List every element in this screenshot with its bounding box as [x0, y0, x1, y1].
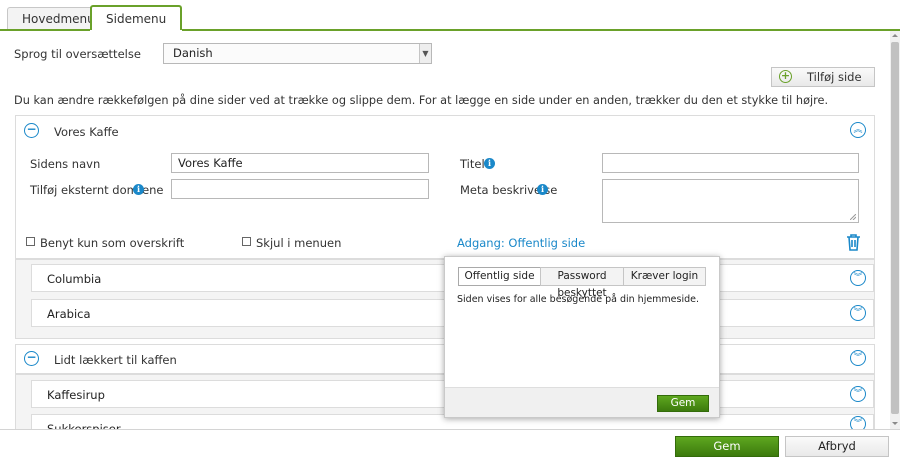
language-selected-value: Danish: [173, 46, 213, 60]
page-name-label: Sidens navn: [30, 157, 101, 171]
add-page-label: Tilføj side: [807, 70, 862, 84]
info-icon[interactable]: i: [133, 184, 144, 195]
page-name-input[interactable]: Vores Kaffe: [171, 153, 429, 173]
collapse-minus-icon[interactable]: −: [24, 123, 39, 138]
info-icon[interactable]: i: [537, 184, 548, 195]
subpage-title: Columbia: [47, 272, 102, 286]
add-page-button[interactable]: + Tilføj side: [771, 67, 875, 87]
scrollbar-thumb[interactable]: [891, 42, 899, 414]
collapse-minus-icon[interactable]: −: [24, 351, 39, 366]
chevron-up-double-icon[interactable]: ︽: [850, 122, 866, 138]
info-icon[interactable]: i: [484, 158, 495, 169]
access-option-login[interactable]: Kræver login: [623, 267, 706, 286]
access-popup: Offentlig side Password beskyttet Kræver…: [444, 256, 720, 418]
title-input[interactable]: [602, 153, 859, 173]
meta-description-textarea[interactable]: [602, 179, 859, 223]
page-name-value: Vores Kaffe: [178, 156, 243, 170]
trash-icon[interactable]: [846, 234, 861, 251]
access-option-public[interactable]: Offentlig side: [458, 267, 541, 286]
access-description: Siden vises for alle besøgende på din hj…: [457, 294, 700, 305]
access-link[interactable]: Adgang: Offentlig side: [457, 236, 585, 250]
use-as-heading-checkbox[interactable]: [26, 237, 35, 246]
resize-handle-icon[interactable]: [850, 214, 856, 220]
popup-save-button[interactable]: Gem: [657, 395, 709, 412]
hide-in-menu-checkbox[interactable]: [242, 237, 251, 246]
tab-sidemenu[interactable]: Sidemenu: [90, 5, 183, 33]
plus-circle-icon: +: [779, 69, 792, 83]
external-domain-input[interactable]: [171, 179, 429, 199]
second-panel-title: Lidt lækkert til kaffen: [54, 353, 177, 367]
subpage-title: Arabica: [47, 307, 91, 321]
chevron-down-double-icon[interactable]: ︾: [850, 305, 866, 321]
popup-footer: Gem: [445, 387, 719, 417]
use-as-heading-label: Benyt kun som overskrift: [40, 236, 185, 250]
tab-bar: Hovedmenu Sidemenu: [0, 0, 900, 33]
cancel-button[interactable]: Afbryd: [785, 436, 889, 457]
chevron-down-icon[interactable]: ▼: [419, 44, 431, 63]
language-label: Sprog til oversættelse: [14, 47, 141, 61]
scroll-down-arrow-icon[interactable]: [890, 418, 900, 428]
access-option-password[interactable]: Password beskyttet: [540, 267, 624, 299]
save-button[interactable]: Gem: [675, 436, 779, 457]
chevron-down-double-icon[interactable]: ︾: [850, 386, 866, 402]
subpage-title: Kaffesirup: [47, 388, 105, 402]
hide-in-menu-label: Skjul i menuen: [256, 236, 342, 250]
page-panel-title: Vores Kaffe: [54, 125, 119, 139]
chevron-down-double-icon[interactable]: ︾: [850, 270, 866, 286]
instructions-text: Du kan ændre rækkefølgen på dine sider v…: [14, 94, 829, 107]
chevron-down-double-icon[interactable]: ︾: [850, 350, 866, 366]
title-label: Titel: [460, 157, 485, 171]
scroll-up-arrow-icon[interactable]: [890, 31, 900, 41]
language-select[interactable]: Danish ▼: [163, 43, 432, 64]
